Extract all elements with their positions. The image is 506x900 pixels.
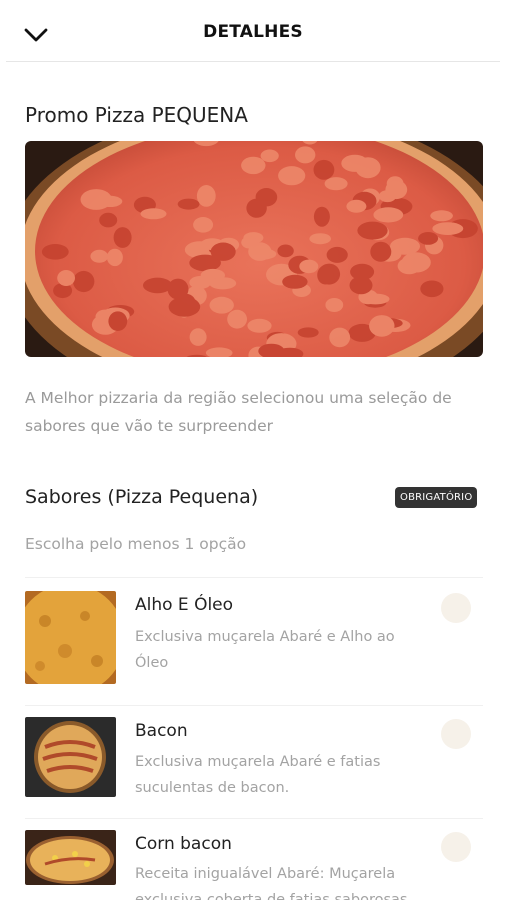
item-thumbnail: [25, 591, 116, 684]
item-thumbnail: [25, 717, 116, 797]
divider: [25, 705, 483, 706]
item-radio[interactable]: [441, 832, 471, 862]
header-divider: [6, 61, 500, 62]
product-image: [25, 141, 483, 357]
section-title: Sabores (Pizza Pequena): [25, 486, 259, 508]
divider: [25, 818, 483, 819]
item-name: Corn bacon: [135, 834, 232, 854]
list-item[interactable]: Alho E Óleo Exclusiva muçarela Abaré e A…: [0, 590, 506, 695]
product-description: A Melhor pizzaria da região selecionou u…: [25, 389, 452, 435]
item-thumbnail: [25, 830, 116, 885]
item-radio[interactable]: [441, 593, 471, 623]
list-item[interactable]: Bacon Exclusiva muçarela Abaré e fatias …: [0, 717, 506, 812]
item-description: Exclusiva muçarela Abaré e fatias sucule…: [135, 754, 381, 796]
item-description: Exclusiva muçarela Abaré e Alho ao Óleo: [135, 629, 395, 671]
section-subtitle: Escolha pelo menos 1 opção: [25, 535, 247, 553]
page-title: DETALHES: [203, 22, 303, 42]
product-title: Promo Pizza PEQUENA: [25, 103, 248, 127]
required-badge: OBRIGATÓRIO: [395, 487, 478, 508]
list-item[interactable]: Corn bacon Receita inigualável Abaré: Mu…: [0, 830, 506, 900]
divider: [25, 577, 483, 578]
item-description: Receita inigualável Abaré: Muçarela excl…: [135, 866, 408, 900]
header-bar: DETALHES: [0, 0, 506, 62]
item-name: Alho E Óleo: [135, 595, 234, 615]
item-name: Bacon: [135, 721, 188, 741]
item-radio[interactable]: [441, 719, 471, 749]
